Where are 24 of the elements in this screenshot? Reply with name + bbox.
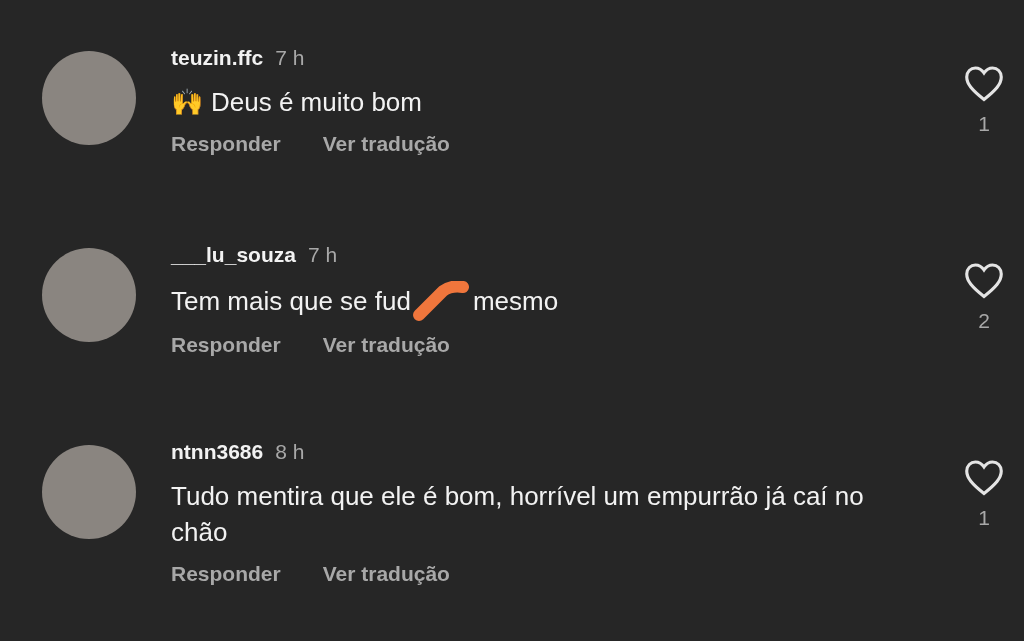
like-count: 2 <box>978 309 990 333</box>
comment-action-link[interactable]: Ver tradução <box>322 132 450 156</box>
heart-icon[interactable] <box>963 458 1005 496</box>
username[interactable]: ___lu_souza <box>171 243 296 267</box>
comment-action-link[interactable]: Responder <box>171 562 281 586</box>
comment-text: Tudo mentira que ele é bom, horrível um empurrão já caí no chão <box>171 480 865 549</box>
like-count: 1 <box>978 112 990 136</box>
comment-text: mesmo <box>472 285 559 318</box>
username[interactable]: teuzin.ffc <box>171 46 264 70</box>
comment-action-link[interactable]: Responder <box>171 132 281 156</box>
heart-icon[interactable] <box>963 261 1005 299</box>
comment-action-link[interactable]: Responder <box>171 333 281 357</box>
heart-icon[interactable] <box>963 64 1005 102</box>
comment-time: 7 h <box>307 243 338 267</box>
username[interactable]: ntnn3686 <box>171 440 264 464</box>
raised-hands-emoji: 🙌 <box>171 86 203 119</box>
like-count: 1 <box>978 506 990 530</box>
comment-action-link[interactable]: Ver tradução <box>322 333 450 357</box>
comment-time: 8 h <box>275 440 305 464</box>
comment-time: 7 h <box>275 46 305 70</box>
comment-text: Tem mais que se fud <box>171 285 411 318</box>
comment-text: Deus é muito bom <box>211 86 422 119</box>
comment-action-link[interactable]: Ver tradução <box>322 562 450 586</box>
scribble-mark-icon <box>412 281 469 321</box>
